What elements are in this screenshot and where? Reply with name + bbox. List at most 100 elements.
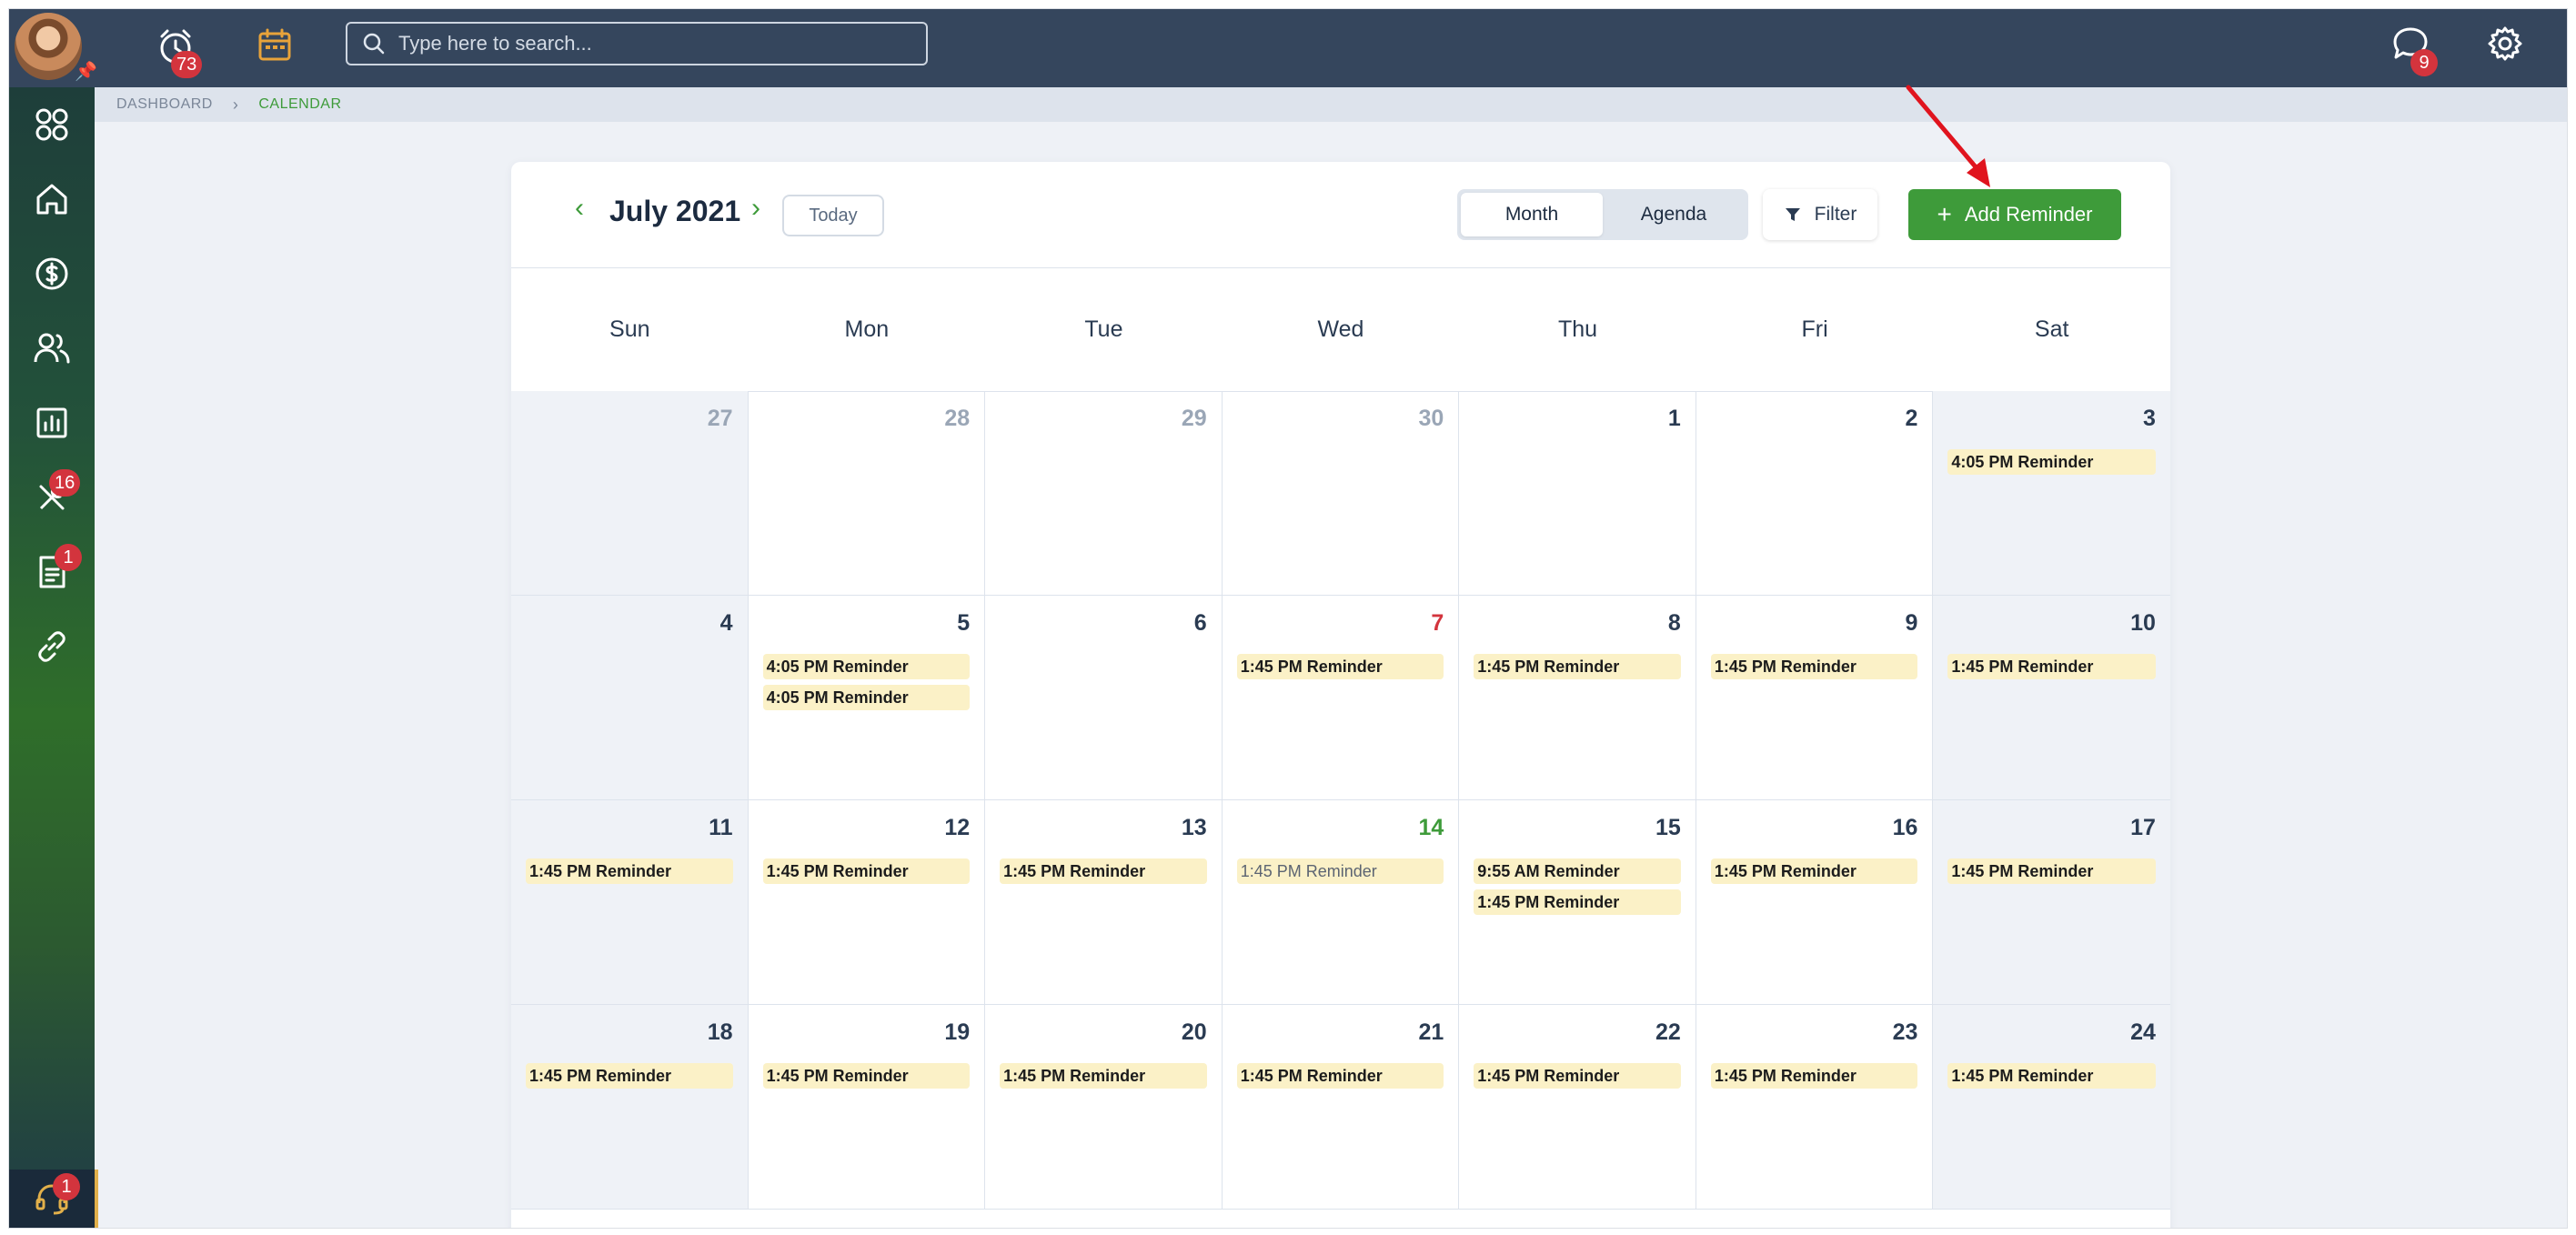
day-cell[interactable]: 1 bbox=[1459, 391, 1696, 595]
next-month-button[interactable]: › bbox=[751, 193, 760, 224]
prev-month-button[interactable]: ‹ bbox=[575, 193, 584, 224]
breadcrumb-dashboard[interactable]: DASHBOARD bbox=[116, 96, 213, 113]
day-number: 9 bbox=[1905, 610, 1918, 636]
day-cell[interactable]: 12 1:45 PM Reminder bbox=[749, 800, 986, 1004]
reminder-event[interactable]: 1:45 PM Reminder bbox=[1474, 654, 1681, 679]
reminder-event[interactable]: 4:05 PM Reminder bbox=[762, 654, 971, 679]
plus-icon: + bbox=[1937, 200, 1952, 228]
reminder-event[interactable]: 1:45 PM Reminder bbox=[1710, 654, 1918, 679]
event-list: 4:05 PM Reminder bbox=[1947, 449, 2156, 480]
tab-month[interactable]: Month bbox=[1461, 193, 1603, 236]
day-cell[interactable]: 17 1:45 PM Reminder bbox=[1933, 800, 2170, 1004]
reminder-event[interactable]: 1:45 PM Reminder bbox=[1000, 1063, 1207, 1089]
sidebar-item-home[interactable] bbox=[9, 162, 95, 236]
event-list: 1:45 PM Reminder bbox=[1000, 858, 1207, 889]
day-cell[interactable]: 8 1:45 PM Reminder bbox=[1459, 596, 1696, 799]
day-number: 17 bbox=[2130, 815, 2156, 840]
search-input[interactable] bbox=[397, 31, 910, 56]
sidebar-item-reports[interactable] bbox=[9, 386, 95, 460]
sidebar-item-tools[interactable]: 16 bbox=[9, 460, 95, 535]
day-cell[interactable]: 24 1:45 PM Reminder bbox=[1933, 1005, 2170, 1209]
avatar[interactable] bbox=[15, 13, 82, 80]
reminder-event[interactable]: 1:45 PM Reminder bbox=[1710, 858, 1918, 884]
today-button[interactable]: Today bbox=[782, 195, 884, 236]
sidebar-item-links[interactable] bbox=[9, 609, 95, 684]
day-number: 7 bbox=[1431, 610, 1444, 636]
reminder-event[interactable]: 1:45 PM Reminder bbox=[762, 1063, 971, 1089]
chevron-right-icon: › bbox=[232, 95, 239, 114]
event-list: 1:45 PM Reminder bbox=[526, 858, 733, 889]
settings-button[interactable] bbox=[2487, 25, 2523, 66]
reminder-event[interactable]: 1:45 PM Reminder bbox=[1474, 889, 1681, 915]
day-cell[interactable]: 5 4:05 PM Reminder 4:05 PM Reminder bbox=[749, 596, 986, 799]
calendar-nav-button[interactable] bbox=[257, 27, 293, 68]
day-cell[interactable]: 2 bbox=[1696, 391, 1934, 595]
reminder-event[interactable]: 1:45 PM Reminder bbox=[762, 858, 971, 884]
day-cell[interactable]: 4 bbox=[511, 596, 749, 799]
weekday-label: Mon bbox=[844, 316, 890, 342]
reminder-event[interactable]: 1:45 PM Reminder bbox=[1474, 1063, 1681, 1089]
event-list: 1:45 PM Reminder bbox=[1710, 654, 1918, 685]
sidebar-item-contacts[interactable] bbox=[9, 311, 95, 386]
search-box[interactable] bbox=[346, 22, 928, 65]
day-number: 23 bbox=[1892, 1019, 1918, 1045]
day-cell[interactable]: 29 bbox=[985, 391, 1223, 595]
event-list: 1:45 PM Reminder bbox=[1710, 1063, 1918, 1094]
chat-button[interactable]: 9 bbox=[2390, 24, 2438, 76]
reminder-event[interactable]: 1:45 PM Reminder bbox=[1947, 1063, 2156, 1089]
day-cell[interactable]: 13 1:45 PM Reminder bbox=[985, 800, 1223, 1004]
day-cell[interactable]: 23 1:45 PM Reminder bbox=[1696, 1005, 1934, 1209]
sidebar: 16 1 1 bbox=[9, 87, 98, 1228]
event-list: 1:45 PM Reminder bbox=[1236, 654, 1444, 685]
reminder-event[interactable]: 1:45 PM Reminder bbox=[526, 858, 733, 884]
day-cell[interactable]: 21 1:45 PM Reminder bbox=[1223, 1005, 1460, 1209]
support-button[interactable]: 1 bbox=[9, 1170, 98, 1228]
reminder-event[interactable]: 1:45 PM Reminder bbox=[1236, 1063, 1444, 1089]
day-cell[interactable]: 7 1:45 PM Reminder bbox=[1223, 596, 1460, 799]
reminder-event[interactable]: 9:55 AM Reminder bbox=[1474, 858, 1681, 884]
calendar-card: ‹ July 2021 › Today Month Agenda Filter … bbox=[511, 162, 2170, 1228]
reminder-event[interactable]: 4:05 PM Reminder bbox=[762, 685, 971, 710]
reminder-event[interactable]: 4:05 PM Reminder bbox=[1947, 449, 2156, 475]
sidebar-item-apps[interactable] bbox=[9, 87, 95, 162]
day-cell[interactable]: 19 1:45 PM Reminder bbox=[749, 1005, 986, 1209]
day-cell[interactable]: 10 1:45 PM Reminder bbox=[1933, 596, 2170, 799]
filter-button[interactable]: Filter bbox=[1763, 189, 1877, 240]
day-number: 13 bbox=[1181, 815, 1207, 840]
day-cell[interactable]: 28 bbox=[749, 391, 986, 595]
day-cell[interactable]: 11 1:45 PM Reminder bbox=[511, 800, 749, 1004]
alerts-button[interactable]: 73 bbox=[155, 25, 203, 78]
day-cell[interactable]: 9 1:45 PM Reminder bbox=[1696, 596, 1934, 799]
event-list: 1:45 PM Reminder bbox=[1236, 1063, 1444, 1094]
day-cell[interactable]: 18 1:45 PM Reminder bbox=[511, 1005, 749, 1209]
day-cell[interactable]: 6 bbox=[985, 596, 1223, 799]
search-icon bbox=[363, 33, 385, 55]
weekday-label: Sat bbox=[2034, 316, 2069, 342]
sidebar-item-finance[interactable] bbox=[9, 236, 95, 311]
sidebar-item-documents[interactable]: 1 bbox=[9, 535, 95, 609]
tab-agenda[interactable]: Agenda bbox=[1603, 193, 1745, 236]
tools-badge: 16 bbox=[49, 469, 81, 497]
day-number: 6 bbox=[1193, 610, 1207, 636]
reminder-event[interactable]: 1:45 PM Reminder bbox=[1236, 654, 1444, 679]
day-cell[interactable]: 22 1:45 PM Reminder bbox=[1459, 1005, 1696, 1209]
reminder-event[interactable]: 1:45 PM Reminder bbox=[1947, 654, 2156, 679]
week-row: 18 1:45 PM Reminder 19 1:45 PM Reminder 20 1:… bbox=[511, 1005, 2170, 1210]
day-number: 22 bbox=[1655, 1019, 1681, 1045]
day-cell[interactable]: 27 bbox=[511, 391, 749, 595]
reminder-event[interactable]: 1:45 PM Reminder bbox=[1947, 858, 2156, 884]
day-cell[interactable]: 20 1:45 PM Reminder bbox=[985, 1005, 1223, 1209]
reminder-event[interactable]: 1:45 PM Reminder bbox=[1000, 858, 1207, 884]
day-number: 29 bbox=[1181, 406, 1207, 431]
day-number: 15 bbox=[1655, 815, 1681, 840]
day-cell[interactable]: 15 9:55 AM Reminder 1:45 PM Reminder bbox=[1459, 800, 1696, 1004]
day-cell[interactable]: 16 1:45 PM Reminder bbox=[1696, 800, 1934, 1004]
day-cell[interactable]: 14 1:45 PM Reminder bbox=[1223, 800, 1460, 1004]
day-number: 16 bbox=[1892, 815, 1918, 840]
reminder-event[interactable]: 1:45 PM Reminder bbox=[526, 1063, 733, 1089]
reminder-event[interactable]: 1:45 PM Reminder bbox=[1710, 1063, 1918, 1089]
day-number: 24 bbox=[2130, 1019, 2156, 1045]
reminder-event[interactable]: 1:45 PM Reminder bbox=[1236, 858, 1444, 884]
day-cell[interactable]: 3 4:05 PM Reminder bbox=[1933, 391, 2170, 595]
day-cell[interactable]: 30 bbox=[1223, 391, 1460, 595]
